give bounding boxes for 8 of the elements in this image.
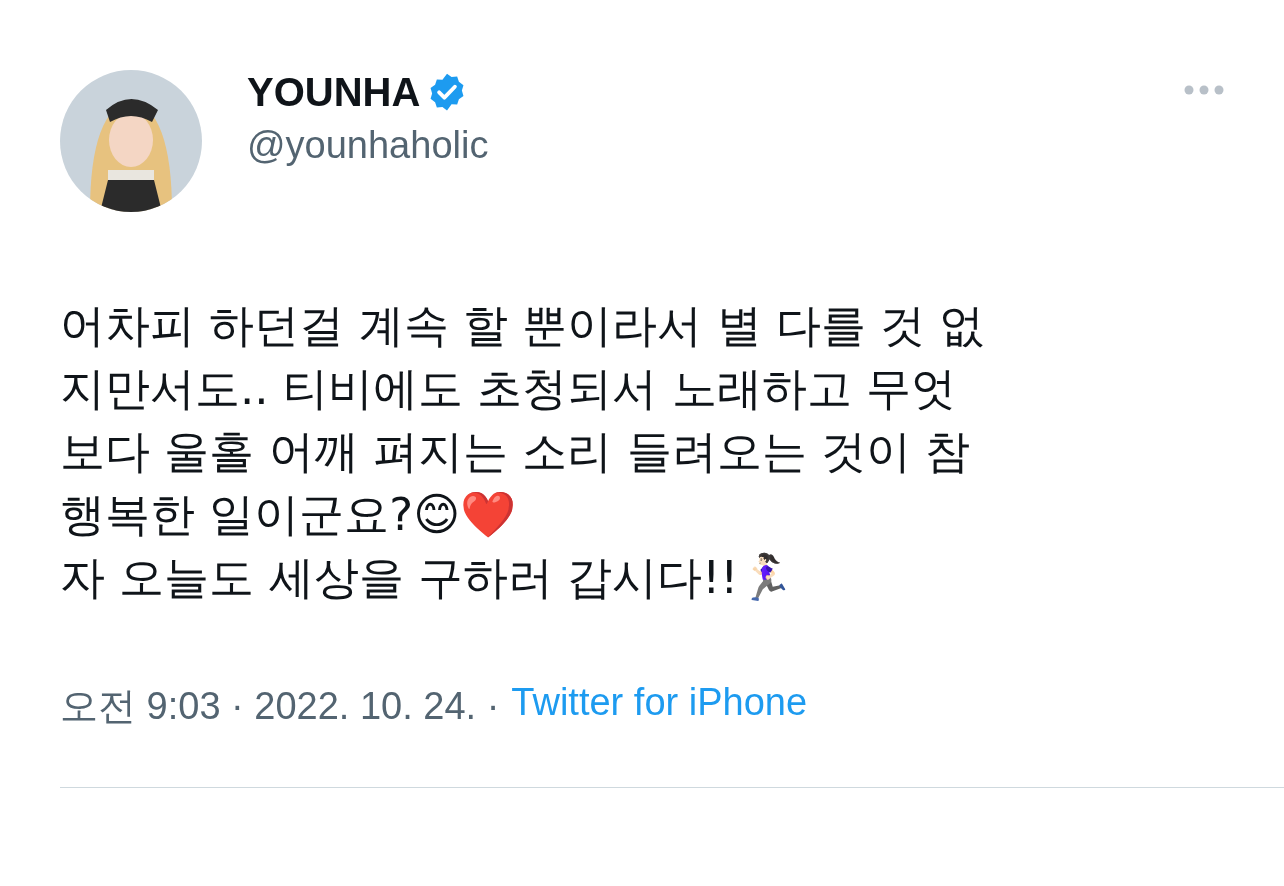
user-handle[interactable]: @younhaholic <box>247 118 489 172</box>
tweet-text-line: 행복한 일이군요?😊❤ <box>60 487 518 543</box>
tweet-text-line: 지만서도.. 티비에도 초청되서 노래하고 무엇 <box>60 361 957 417</box>
tweet-text-line: 보다 울홀 어깨 펴지는 소리 들려오는 것이 참 <box>60 424 972 480</box>
tweet-text-line: 어차피 하던걸 계속 할 뿐이라서 별 다를 것 없 <box>60 298 986 354</box>
display-name: YOUNHA <box>247 69 421 116</box>
tweet-text-line: 자 오늘도 세상을 구하러 갑시다!!🏃🏻‍♀ <box>60 550 796 606</box>
timestamp: 오전 9:03 · 2022. 10. 24. · <box>60 684 500 729</box>
